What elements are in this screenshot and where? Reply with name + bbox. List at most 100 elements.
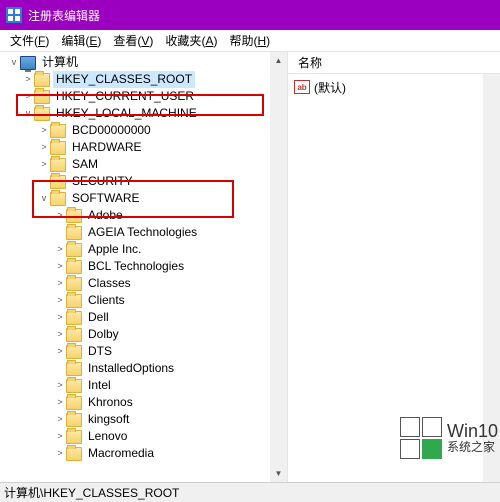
- chevron-right-icon[interactable]: >: [54, 394, 66, 411]
- tree-item[interactable]: > kingsoft: [2, 411, 287, 428]
- tree-item[interactable]: > SAM: [2, 156, 287, 173]
- tree-item-label: HKEY_LOCAL_MACHINE: [53, 105, 200, 122]
- chevron-right-icon[interactable]: >: [54, 445, 66, 462]
- scroll-down-icon[interactable]: ▼: [270, 465, 287, 482]
- chevron-right-icon[interactable]: >: [54, 309, 66, 326]
- folder-icon: [50, 175, 66, 189]
- chevron-right-icon[interactable]: >: [38, 122, 50, 139]
- folder-icon: [50, 124, 66, 138]
- menu-edit[interactable]: 编辑(E): [55, 30, 107, 51]
- chevron-down-icon[interactable]: v: [8, 54, 20, 71]
- scroll-up-icon[interactable]: ▲: [270, 52, 287, 69]
- tree-item-hkcr[interactable]: > HKEY_CLASSES_ROOT: [2, 71, 287, 88]
- tree-item-label: Classes: [85, 275, 134, 292]
- chevron-right-icon[interactable]: >: [54, 292, 66, 309]
- tree-item-label: HARDWARE: [69, 139, 145, 156]
- tree-item-label: kingsoft: [85, 411, 132, 428]
- tree-item[interactable]: > Clients: [2, 292, 287, 309]
- folder-icon: [66, 277, 82, 291]
- tree-item[interactable]: > Intel: [2, 377, 287, 394]
- app-icon: [6, 7, 22, 23]
- chevron-right-icon[interactable]: >: [22, 71, 34, 88]
- tree-item[interactable]: > Apple Inc.: [2, 241, 287, 258]
- string-value-icon: ab: [294, 80, 310, 94]
- tree-item[interactable]: > DTS: [2, 343, 287, 360]
- folder-icon: [50, 141, 66, 155]
- chevron-down-icon[interactable]: v: [22, 105, 34, 122]
- folder-icon: [66, 413, 82, 427]
- tree-item-label: Apple Inc.: [85, 241, 144, 258]
- menu-favorites[interactable]: 收藏夹(A): [159, 30, 223, 51]
- tree-item-label: Macromedia: [85, 445, 157, 462]
- value-name: (默认): [314, 79, 346, 96]
- menu-bar: 文件(F) 编辑(E) 查看(V) 收藏夹(A) 帮助(H): [0, 30, 500, 52]
- tree-item-label: Intel: [85, 377, 114, 394]
- tree-item[interactable]: > Dell: [2, 309, 287, 326]
- folder-icon: [66, 396, 82, 410]
- tree-item[interactable]: > Dolby: [2, 326, 287, 343]
- watermark-line1: Win10: [447, 422, 498, 442]
- column-header-name[interactable]: 名称: [294, 54, 326, 71]
- watermark-line2: 系统之家: [447, 441, 498, 454]
- chevron-right-icon[interactable]: >: [22, 88, 34, 105]
- chevron-right-icon[interactable]: >: [54, 377, 66, 394]
- tree-item[interactable]: InstalledOptions: [2, 360, 287, 377]
- chevron-right-icon[interactable]: >: [54, 343, 66, 360]
- folder-icon: [66, 209, 82, 223]
- tree-item-label: Clients: [85, 292, 128, 309]
- tree-item-label: Adobe: [85, 207, 126, 224]
- menu-file[interactable]: 文件(F): [4, 30, 55, 51]
- chevron-right-icon[interactable]: >: [54, 275, 66, 292]
- chevron-right-icon[interactable]: >: [54, 326, 66, 343]
- tree-item-software[interactable]: v SOFTWARE: [2, 190, 287, 207]
- tree-item-label: BCL Technologies: [85, 258, 187, 275]
- folder-icon: [66, 362, 82, 376]
- tree-item-label: SECURITY: [69, 173, 136, 190]
- value-row[interactable]: ab (默认): [294, 78, 494, 96]
- tree-item-label: HKEY_CLASSES_ROOT: [53, 71, 195, 88]
- folder-icon: [66, 328, 82, 342]
- tree-item[interactable]: > BCD00000000: [2, 122, 287, 139]
- chevron-down-icon[interactable]: v: [38, 190, 50, 207]
- status-path: 计算机\HKEY_CLASSES_ROOT: [4, 484, 179, 501]
- chevron-right-icon[interactable]: >: [54, 428, 66, 445]
- tree-item-label: Dolby: [85, 326, 122, 343]
- tree-item[interactable]: SECURITY: [2, 173, 287, 190]
- chevron-right-icon[interactable]: >: [38, 139, 50, 156]
- tree-item[interactable]: > Classes: [2, 275, 287, 292]
- tree-item-label: Lenovo: [85, 428, 130, 445]
- tree-scrollbar[interactable]: ▲ ▼: [270, 52, 287, 482]
- tree-item[interactable]: > Khronos: [2, 394, 287, 411]
- folder-icon: [66, 311, 82, 325]
- tree-item-label: SAM: [69, 156, 101, 173]
- tree-item-label: BCD00000000: [69, 122, 154, 139]
- watermark-logo-icon: [399, 416, 443, 460]
- chevron-right-icon[interactable]: >: [54, 258, 66, 275]
- status-bar: 计算机\HKEY_CLASSES_ROOT: [0, 482, 500, 502]
- tree-item[interactable]: > HARDWARE: [2, 139, 287, 156]
- chevron-right-icon[interactable]: >: [38, 156, 50, 173]
- tree-item[interactable]: > Adobe: [2, 207, 287, 224]
- tree-item-label: SOFTWARE: [69, 190, 143, 207]
- chevron-right-icon[interactable]: >: [54, 411, 66, 428]
- folder-icon: [66, 294, 82, 308]
- chevron-right-icon[interactable]: >: [54, 207, 66, 224]
- folder-icon: [50, 158, 66, 172]
- window-title: 注册表编辑器: [28, 7, 100, 24]
- tree-item[interactable]: AGEIA Technologies: [2, 224, 287, 241]
- tree-pane[interactable]: v 计算机 > HKEY_CLASSES_ROOT > HKEY_CURRENT…: [0, 52, 288, 482]
- folder-icon: [66, 243, 82, 257]
- menu-view[interactable]: 查看(V): [107, 30, 159, 51]
- chevron-right-icon[interactable]: >: [54, 241, 66, 258]
- menu-help[interactable]: 帮助(H): [223, 30, 276, 51]
- folder-icon: [66, 430, 82, 444]
- tree-root[interactable]: v 计算机: [2, 54, 287, 71]
- tree-item-hkcu[interactable]: > HKEY_CURRENT_USER: [2, 88, 287, 105]
- tree-item[interactable]: > Macromedia: [2, 445, 287, 462]
- folder-icon: [66, 345, 82, 359]
- tree-item-label: Khronos: [85, 394, 136, 411]
- tree-item[interactable]: > BCL Technologies: [2, 258, 287, 275]
- folder-icon: [66, 260, 82, 274]
- tree-item[interactable]: > Lenovo: [2, 428, 287, 445]
- tree-item-hklm[interactable]: v HKEY_LOCAL_MACHINE: [2, 105, 287, 122]
